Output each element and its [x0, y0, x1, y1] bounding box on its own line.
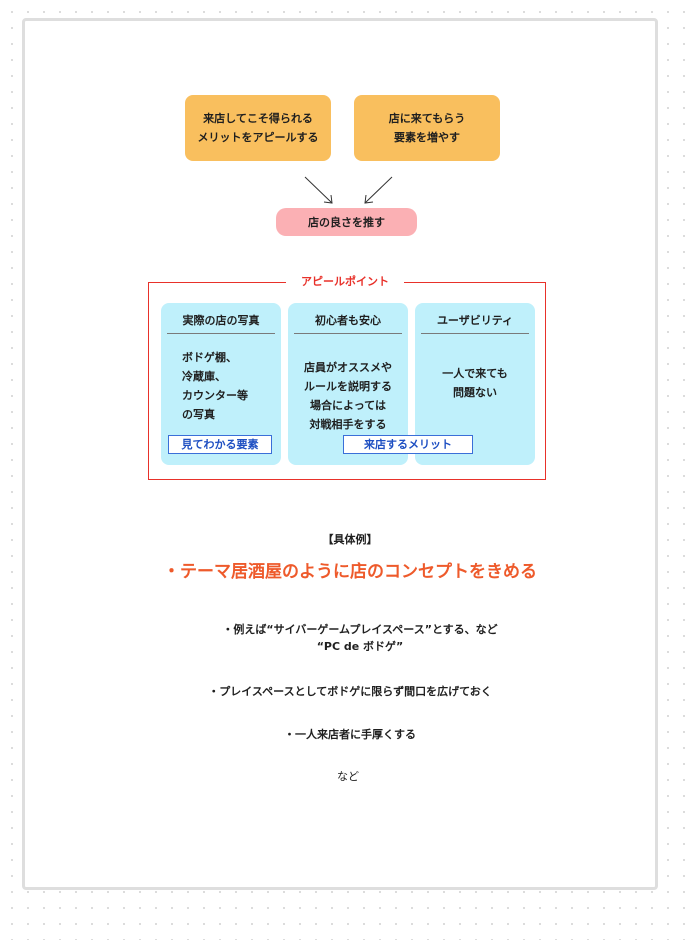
appeal-title: アピールポイント [286, 274, 404, 290]
arrow-right [364, 176, 393, 204]
examples-etc: など [337, 770, 359, 783]
column-head: 初心者も安心 [294, 311, 402, 334]
column-head: 実際の店の写真 [167, 311, 275, 334]
examples-headline: ・テーマ居酒屋のように店のコンセプトをきめる [163, 562, 537, 582]
arrow-left [304, 176, 333, 204]
column-body: 店員がオススメや ルールを説明する 場合によっては 対戦相手をする [304, 361, 392, 431]
box-push-strengths: 店の良さを推す [276, 208, 417, 236]
example-item-solo: ・一人来店者に手厚くする [284, 728, 416, 741]
example-item-cyber: ・例えば“サイバーゲームプレイスペース”とする、など “PC de ボドゲ” [222, 623, 498, 653]
column-body: 一人で来ても 問題ない [442, 367, 508, 399]
column-head: ユーザビリティ [421, 311, 529, 334]
tag-visit-merit: 来店するメリット [343, 435, 473, 454]
examples-heading: 【具体例】 [322, 533, 378, 546]
column-body: ボドゲ棚、 冷蔵庫、 カウンター等 の写真 [182, 351, 248, 421]
tag-visual-elements: 見てわかる要素 [168, 435, 272, 454]
example-item-playspace: ・プレイスペースとしてボドゲに限らず間口を広げておく [208, 685, 492, 698]
